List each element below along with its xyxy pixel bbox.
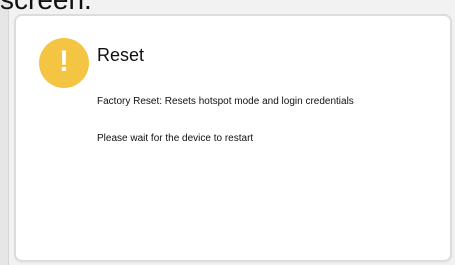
page-left-edge xyxy=(8,0,9,265)
reset-dialog: ! Reset Factory Reset: Resets hotspot mo… xyxy=(14,14,452,262)
warning-symbol: ! xyxy=(59,45,69,78)
page-left-strip xyxy=(0,0,8,265)
background-cut-text: screen. xyxy=(0,0,92,14)
dialog-title: Reset xyxy=(97,45,145,65)
dialog-description: Factory Reset: Resets hotspot mode and l… xyxy=(97,96,354,107)
warning-icon: ! xyxy=(39,38,89,88)
dialog-status-message: Please wait for the device to restart xyxy=(97,133,254,144)
